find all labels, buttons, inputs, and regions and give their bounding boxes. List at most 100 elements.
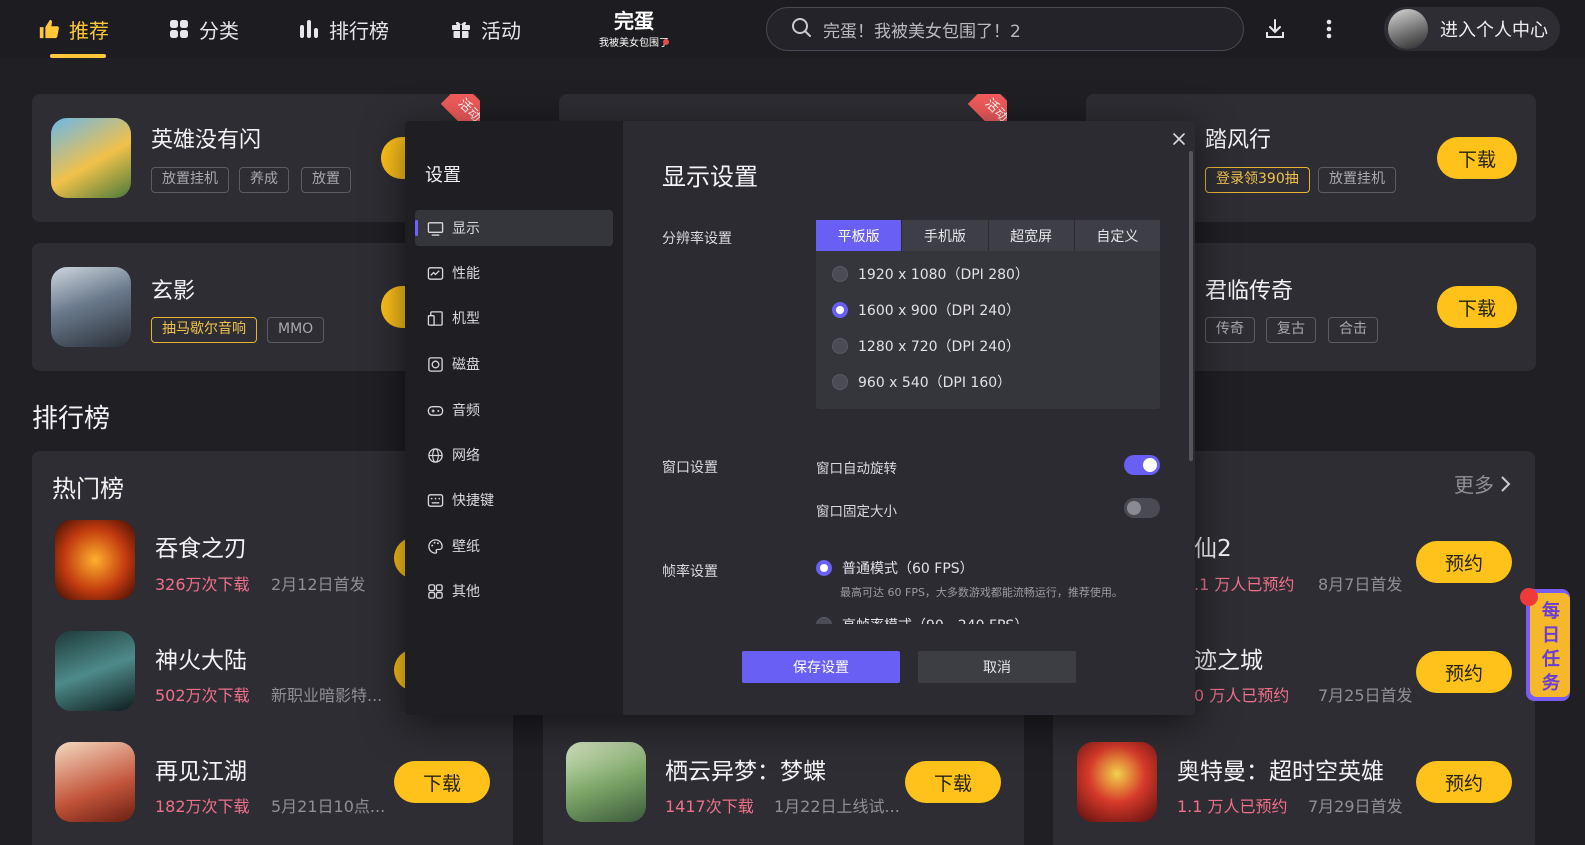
nav-tab-recommend[interactable]: 推荐 xyxy=(38,14,109,44)
download-icon[interactable] xyxy=(1262,16,1288,42)
tab-ultrawide[interactable]: 超宽屏 xyxy=(988,220,1075,251)
settings-menu-shortcuts[interactable]: 快捷键 xyxy=(415,482,613,518)
scrollbar-thumb[interactable] xyxy=(1189,151,1193,461)
resolution-option[interactable]: 1280 x 720（DPI 240） xyxy=(832,336,1020,356)
game-tag: 登录领390抽 xyxy=(1205,167,1310,193)
settings-menu-device[interactable]: 机型 xyxy=(415,300,613,336)
game-tag: 抽马歇尔音响 xyxy=(151,317,257,343)
nav-tab-ranking[interactable]: 排行榜 xyxy=(298,14,389,44)
settings-menu-network[interactable]: 网络 xyxy=(415,437,613,473)
settings-menu-other[interactable]: 其他 xyxy=(415,573,613,609)
settings-menu-disk[interactable]: 磁盘 xyxy=(415,346,613,382)
active-tab-indicator xyxy=(50,54,106,58)
tab-phone[interactable]: 手机版 xyxy=(902,220,989,251)
save-button[interactable]: 保存设置 xyxy=(742,651,900,683)
release-info: 8月7日首发 xyxy=(1318,575,1403,594)
tab-tablet[interactable]: 平板版 xyxy=(816,220,903,251)
game-title: 奥特曼：超时空英雄 xyxy=(1177,759,1384,785)
game-title: 神火大陆 xyxy=(155,648,247,674)
top-nav: 推荐 分类 排行榜 活动 完蛋 我被美女包围了 完蛋！我被美女包围了！2 进入个… xyxy=(0,0,1585,58)
gift-icon xyxy=(450,18,472,40)
game-title: 栖云异梦：梦蝶 xyxy=(665,759,826,785)
auto-rotate-toggle[interactable] xyxy=(1124,455,1160,475)
radio-button-selected[interactable] xyxy=(832,302,848,318)
svg-text:任: 任 xyxy=(1541,648,1560,670)
resolution-option[interactable]: 960 x 540（DPI 160） xyxy=(832,372,1011,392)
game-tag: 复古 xyxy=(1266,317,1316,343)
settings-sidebar: 设置 显示 性能 机型 磁盘 音频 网络 快捷键 壁纸 其他 xyxy=(405,121,623,715)
game-tag: MMO xyxy=(267,317,325,343)
download-button[interactable]: 下载 xyxy=(394,761,490,803)
bar-chart-icon xyxy=(298,18,320,40)
cancel-button[interactable]: 取消 xyxy=(918,651,1076,683)
fps-settings-label: 帧率设置 xyxy=(662,564,718,580)
download-count: 502万次下载 xyxy=(155,686,250,705)
close-icon[interactable] xyxy=(1169,129,1189,149)
game-title: 吞食之刃 xyxy=(155,536,247,562)
daily-task-badge[interactable]: 每 日 任 务 xyxy=(1520,585,1570,705)
game-tag: 合击 xyxy=(1328,317,1378,343)
tab-custom[interactable]: 自定义 xyxy=(1074,220,1160,251)
nav-tab-activity[interactable]: 活动 xyxy=(450,14,521,44)
release-info: 7月29日首发 xyxy=(1308,797,1403,816)
game-title: 再见江湖 xyxy=(155,759,247,785)
fixed-size-label: 窗口固定大小 xyxy=(816,504,897,520)
reserve-button[interactable]: 预约 xyxy=(1416,651,1512,693)
chevron-right-icon xyxy=(1501,475,1511,492)
settings-sidebar-title: 设置 xyxy=(425,165,461,186)
download-button[interactable]: 下载 xyxy=(905,761,1001,803)
svg-text:每: 每 xyxy=(1542,600,1560,622)
release-info: 2月12日首发 xyxy=(271,575,366,594)
download-button[interactable]: 下载 xyxy=(1437,137,1517,179)
radio-button[interactable] xyxy=(832,374,848,390)
radio-button[interactable] xyxy=(832,266,848,282)
hot-list-title: 热门榜 xyxy=(52,475,124,503)
nav-tab-label: 推荐 xyxy=(69,18,109,43)
search-placeholder: 完蛋！我被美女包围了！2 xyxy=(823,21,1021,42)
monitor-icon xyxy=(427,221,444,236)
fixed-size-toggle[interactable] xyxy=(1124,498,1160,518)
download-button[interactable]: 下载 xyxy=(1437,286,1517,328)
resolution-option[interactable]: 1920 x 1080（DPI 280） xyxy=(832,264,1029,284)
radio-button-selected[interactable] xyxy=(816,560,832,576)
settings-menu-performance[interactable]: 性能 xyxy=(415,255,613,291)
game-tag: 放置 xyxy=(301,167,351,193)
auto-rotate-label: 窗口自动旋转 xyxy=(816,461,897,477)
download-count: 326万次下载 xyxy=(155,575,250,594)
game-icon xyxy=(51,118,131,198)
game-title: 英雄没有闪 xyxy=(151,128,262,153)
reserve-button[interactable]: 预约 xyxy=(1416,541,1512,583)
game-title: 仙2 xyxy=(1194,536,1232,562)
resolution-option[interactable]: 1600 x 900（DPI 240） xyxy=(832,300,1020,320)
reserve-button[interactable]: 预约 xyxy=(1416,761,1512,803)
release-info: 7月25日首发 xyxy=(1318,686,1413,705)
more-menu-icon[interactable] xyxy=(1316,16,1342,42)
radio-button[interactable] xyxy=(832,338,848,354)
resolution-label: 分辨率设置 xyxy=(662,231,732,247)
game-icon xyxy=(55,520,135,600)
user-center-label: 进入个人中心 xyxy=(1440,20,1548,41)
user-center-button[interactable]: 进入个人中心 xyxy=(1384,7,1560,51)
gamepad-icon xyxy=(427,405,444,416)
settings-menu-display[interactable]: 显示 xyxy=(415,210,613,246)
thumbs-up-icon xyxy=(38,18,60,40)
game-icon xyxy=(51,267,131,347)
settings-menu-wallpaper[interactable]: 壁纸 xyxy=(415,528,613,564)
settings-dialog: 设置 显示 性能 机型 磁盘 音频 网络 快捷键 壁纸 其他 显示设置 分辨率设… xyxy=(405,121,1195,715)
release-info: 5月21日10点... xyxy=(271,797,386,816)
game-tag: 放置挂机 xyxy=(1318,167,1396,193)
nav-tab-category[interactable]: 分类 xyxy=(168,14,239,44)
keyboard-icon xyxy=(427,493,444,507)
search-icon xyxy=(791,17,811,42)
nav-tab-label: 排行榜 xyxy=(329,18,389,43)
more-link[interactable]: 更多 xyxy=(1454,469,1512,498)
globe-icon xyxy=(428,447,443,463)
section-title: 排行榜 xyxy=(32,404,111,434)
settings-menu-audio[interactable]: 音频 xyxy=(415,392,613,428)
device-icon xyxy=(427,310,443,326)
search-bar[interactable]: 完蛋！我被美女包围了！2 xyxy=(766,7,1244,51)
fps-option[interactable]: 普通模式（60 FPS） xyxy=(816,558,974,578)
game-logo[interactable]: 完蛋 我被美女包围了 xyxy=(596,6,672,52)
reservation-count: 0 万人已预约 xyxy=(1194,686,1290,705)
game-icon xyxy=(566,742,646,822)
